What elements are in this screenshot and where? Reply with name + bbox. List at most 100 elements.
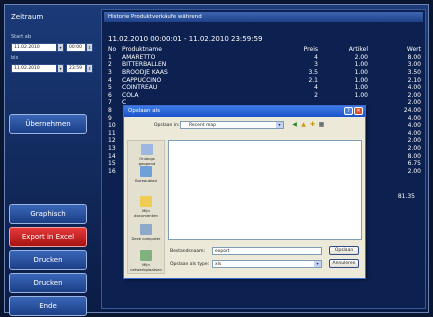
table-row[interactable]: 6 COLA 2 1.00 2.00 [106, 92, 423, 100]
col-header-articles: Artikel [348, 46, 368, 54]
start-date-dropdown-icon[interactable]: ▾ [57, 43, 64, 52]
cell-no: 5 [108, 84, 112, 92]
place-label: Onlangs geopend [138, 156, 156, 166]
start-date-field[interactable]: 11.02.2010 [11, 43, 57, 52]
close-icon[interactable]: ✕ [354, 107, 363, 115]
cell-product: CAPPUCCINO [122, 76, 162, 84]
place-network[interactable]: Mijn netwerkplaatsen [130, 250, 162, 272]
cell-no: 10 [108, 122, 116, 130]
network-icon [140, 250, 152, 261]
desktop-icon [140, 166, 152, 177]
end-date-field[interactable]: 11.02.2010 [11, 64, 57, 73]
cell-no: 15 [108, 160, 116, 168]
export-excel-button[interactable]: Export in Excel [9, 227, 87, 247]
apply-button[interactable]: Übernehmen [9, 114, 87, 134]
cell-price: 2 [314, 91, 318, 99]
cell-value: 2.00 [407, 137, 421, 145]
dialog-titlebar: Opslaan als ? ✕ [124, 106, 365, 117]
zeitraum-label: Zeitraum [11, 13, 44, 21]
table-row[interactable]: 4 CAPPUCCINO 2.1 1.00 2.10 [106, 76, 423, 84]
cell-no: 1 [108, 53, 112, 61]
cell-no: 11 [108, 129, 116, 137]
filetype-select[interactable]: xls ▾ [212, 260, 322, 268]
cell-price: 3.5 [308, 69, 318, 77]
table-row[interactable]: 5 COINTREAU 4 1.00 4.00 [106, 84, 423, 92]
place-documents[interactable]: Mijn documenten [130, 196, 162, 218]
back-icon[interactable]: ◀ [291, 121, 298, 128]
cell-no: 7 [108, 99, 112, 107]
print-button-2[interactable]: Drucken [9, 273, 87, 293]
filename-input[interactable]: export [212, 247, 322, 255]
cell-value: 2.00 [407, 99, 421, 107]
cell-no: 13 [108, 145, 116, 153]
filetype-label: Opslaan als type: [170, 262, 210, 267]
cell-no: 4 [108, 76, 112, 84]
cell-value: 3.50 [407, 69, 421, 77]
help-icon[interactable]: ? [344, 107, 353, 115]
end-label: bis [11, 55, 19, 61]
table-row[interactable]: 2 BITTERBALLEN 3 1.00 3.00 [106, 61, 423, 69]
filename-label: Bestandsnaam: [170, 249, 206, 254]
cell-product: COINTREAU [122, 84, 158, 92]
chevron-down-icon[interactable]: ▾ [276, 122, 283, 128]
panel-header: Historie Produktverkäufe während [104, 12, 423, 22]
left-panel: Zeitraum Start ab 11.02.2010 ▾ 00:00 ⇕ b… [9, 11, 97, 316]
print-button[interactable]: Drucken [9, 250, 87, 270]
cell-value: 2.00 [407, 91, 421, 99]
dialog-title: Opslaan als [128, 108, 160, 114]
cell-value: 2.00 [407, 167, 421, 175]
cell-value: 2.10 [407, 76, 421, 84]
start-time-spinner-icon[interactable]: ⇕ [86, 43, 93, 52]
end-time-spinner-icon[interactable]: ⇕ [86, 64, 93, 73]
cell-no: 12 [108, 137, 116, 145]
cell-no: 8 [108, 107, 112, 115]
cell-articles: 1.00 [354, 84, 368, 92]
cell-no: 9 [108, 114, 112, 122]
table-row[interactable]: 3 BROODJE KAAS 3.5 1.00 3.50 [106, 69, 423, 77]
cell-value: 24.00 [403, 107, 421, 115]
chevron-down-icon[interactable]: ▾ [314, 261, 321, 267]
save-in-combo[interactable]: Recent map ▾ [180, 121, 284, 129]
save-as-dialog: Opslaan als ? ✕ Opslaan in: Recent map ▾… [123, 105, 366, 279]
cell-price: 3 [314, 61, 318, 69]
graphisch-button[interactable]: Graphisch [9, 204, 87, 224]
place-label: Mijn documenten [134, 208, 158, 218]
cell-value: 6.75 [407, 160, 421, 168]
cell-price: 2.1 [308, 76, 318, 84]
cell-value: 2.00 [407, 145, 421, 153]
exit-button[interactable]: Ende [9, 296, 87, 316]
cell-price: 4 [314, 53, 318, 61]
total-value: 81.35 [397, 193, 415, 200]
cell-value: 3.00 [407, 61, 421, 69]
computer-icon [140, 224, 152, 235]
up-folder-icon[interactable]: ▲ [300, 121, 307, 128]
cell-articles: 1.00 [354, 69, 368, 77]
cell-price: 4 [314, 84, 318, 92]
cell-value: 4.00 [407, 129, 421, 137]
filetype-value: xls [215, 262, 222, 267]
app-window: Zeitraum Start ab 11.02.2010 ▾ 00:00 ⇕ b… [4, 4, 429, 316]
views-icon[interactable]: ▦ [318, 121, 325, 128]
date-range: 11.02.2010 00:00:01 - 11.02.2010 23:59:5… [108, 35, 263, 43]
new-folder-icon[interactable]: ✚ [309, 121, 316, 128]
cell-product: BROODJE KAAS [122, 69, 168, 77]
start-time-field[interactable]: 00:00 [66, 43, 86, 52]
place-recent[interactable]: Onlangs geopend [131, 144, 163, 166]
end-date-dropdown-icon[interactable]: ▾ [57, 64, 64, 73]
place-desktop[interactable]: Bureaublad [130, 166, 162, 183]
table-row[interactable]: 1 AMARETTO 4 2.00 8.00 [106, 54, 423, 62]
place-computer[interactable]: Deze computer [130, 224, 162, 241]
file-list[interactable] [168, 140, 362, 240]
cell-product: COLA [122, 91, 139, 99]
cell-value: 4.00 [407, 122, 421, 130]
place-label: Mijn netwerkplaatsen [130, 262, 162, 272]
table-header-row: No Produktname Preis Artikel Wert [106, 46, 423, 54]
cell-articles: 1.00 [354, 91, 368, 99]
cell-value: 4.00 [407, 84, 421, 92]
recent-icon [141, 144, 153, 155]
cancel-button[interactable]: Annuleren [329, 259, 359, 268]
save-button[interactable]: Opslaan [329, 246, 359, 255]
cell-no: 3 [108, 69, 112, 77]
end-time-field[interactable]: 23:59 [66, 64, 86, 73]
col-header-product: Produktname [122, 46, 162, 54]
